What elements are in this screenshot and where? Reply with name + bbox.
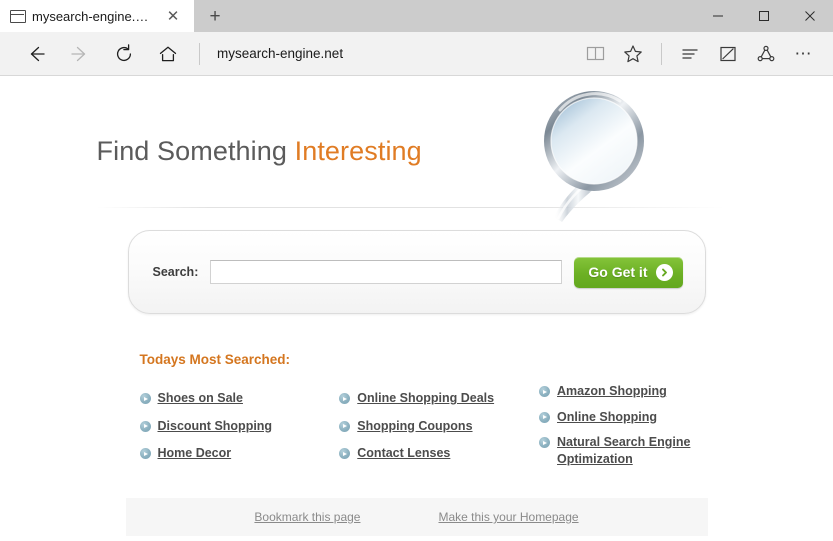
window-controls xyxy=(695,0,833,32)
list-item[interactable]: Contact Lenses xyxy=(339,445,539,462)
search-engine-page: Find Something Interesting xyxy=(0,76,833,536)
most-searched-column-3: Amazon Shopping Online Shopping Natural … xyxy=(539,383,705,476)
window-icon xyxy=(10,9,24,23)
most-searched-link[interactable]: Natural Search Engine Optimization xyxy=(557,434,705,467)
tagline-primary: Find Something xyxy=(97,136,295,166)
list-item[interactable]: Home Decor xyxy=(140,445,340,462)
favorites-star-icon[interactable] xyxy=(614,36,652,72)
most-searched-title: Todays Most Searched: xyxy=(140,352,706,367)
close-tab-icon[interactable]: ✕ xyxy=(160,3,186,29)
minimize-button[interactable] xyxy=(695,0,741,32)
search-label: Search: xyxy=(153,265,199,279)
address-bar-url: mysearch-engine.net xyxy=(217,46,343,61)
arrow-bullet-icon xyxy=(339,421,350,432)
close-button[interactable] xyxy=(787,0,833,32)
most-searched-link[interactable]: Home Decor xyxy=(158,445,232,462)
bookmark-page-link[interactable]: Bookmark this page xyxy=(254,510,360,524)
arrow-bullet-icon xyxy=(539,437,550,448)
browser-window: mysearch-engine.net ✕ + xyxy=(0,0,833,541)
arrow-bullet-icon xyxy=(140,393,151,404)
search-panel: Search: Go Get it xyxy=(128,230,706,314)
arrow-bullet-icon xyxy=(339,448,350,459)
toolbar-actions: ⋯ xyxy=(576,36,823,72)
arrow-bullet-icon xyxy=(539,412,550,423)
most-searched-section: Todays Most Searched: Shoes on Sale Disc… xyxy=(128,352,706,476)
arrow-bullet-icon xyxy=(140,448,151,459)
hub-icon[interactable] xyxy=(671,36,709,72)
back-button[interactable] xyxy=(14,36,58,72)
list-item[interactable]: Shopping Coupons xyxy=(339,418,539,435)
tab-strip-filler xyxy=(236,0,695,32)
tab-strip: mysearch-engine.net ✕ + xyxy=(0,0,833,32)
forward-button[interactable] xyxy=(58,36,102,72)
list-item[interactable]: Natural Search Engine Optimization xyxy=(539,434,705,467)
page-header: Find Something Interesting xyxy=(62,76,772,226)
most-searched-link[interactable]: Shopping Coupons xyxy=(357,418,472,435)
more-options-icon[interactable]: ⋯ xyxy=(785,36,823,72)
browser-tab-active[interactable]: mysearch-engine.net ✕ xyxy=(0,0,194,32)
most-searched-link[interactable]: Shoes on Sale xyxy=(158,390,243,407)
toolbar-divider xyxy=(199,43,200,65)
list-item[interactable]: Shoes on Sale xyxy=(140,390,340,407)
maximize-button[interactable] xyxy=(741,0,787,32)
chevron-right-circle-icon xyxy=(656,264,673,281)
magnifying-glass-icon xyxy=(502,82,652,227)
most-searched-column-2: Online Shopping Deals Shopping Coupons C… xyxy=(339,383,539,476)
go-get-it-label: Go Get it xyxy=(588,264,647,280)
list-item[interactable]: Amazon Shopping xyxy=(539,383,705,400)
tagline-accent: Interesting xyxy=(295,136,422,166)
page-footer: Bookmark this page Make this your Homepa… xyxy=(126,498,708,536)
page-tagline: Find Something Interesting xyxy=(97,136,422,167)
home-button[interactable] xyxy=(146,36,190,72)
most-searched-link[interactable]: Online Shopping xyxy=(557,409,657,426)
list-item[interactable]: Online Shopping xyxy=(539,409,705,426)
most-searched-columns: Shoes on Sale Discount Shopping Home Dec… xyxy=(140,383,706,476)
most-searched-link[interactable]: Discount Shopping xyxy=(158,418,273,435)
browser-toolbar: mysearch-engine.net ⋯ xyxy=(0,32,833,76)
most-searched-link[interactable]: Amazon Shopping xyxy=(557,383,667,400)
arrow-bullet-icon xyxy=(539,386,550,397)
new-tab-button[interactable]: + xyxy=(194,0,236,32)
tab-title: mysearch-engine.net xyxy=(32,9,152,24)
most-searched-link[interactable]: Online Shopping Deals xyxy=(357,390,494,407)
arrow-bullet-icon xyxy=(140,421,151,432)
share-icon[interactable] xyxy=(747,36,785,72)
refresh-button[interactable] xyxy=(102,36,146,72)
search-input[interactable] xyxy=(210,260,562,284)
more-options-label: ⋯ xyxy=(795,45,814,62)
make-homepage-link[interactable]: Make this your Homepage xyxy=(438,510,578,524)
most-searched-link[interactable]: Contact Lenses xyxy=(357,445,450,462)
go-get-it-button[interactable]: Go Get it xyxy=(574,257,682,288)
most-searched-column-1: Shoes on Sale Discount Shopping Home Dec… xyxy=(140,383,340,476)
list-item[interactable]: Online Shopping Deals xyxy=(339,390,539,407)
page-viewport: Find Something Interesting xyxy=(0,76,833,541)
arrow-bullet-icon xyxy=(339,393,350,404)
address-bar[interactable]: mysearch-engine.net xyxy=(209,36,576,72)
toolbar-divider-2 xyxy=(661,43,662,65)
reading-view-icon[interactable] xyxy=(576,36,614,72)
web-note-icon[interactable] xyxy=(709,36,747,72)
list-item[interactable]: Discount Shopping xyxy=(140,418,340,435)
